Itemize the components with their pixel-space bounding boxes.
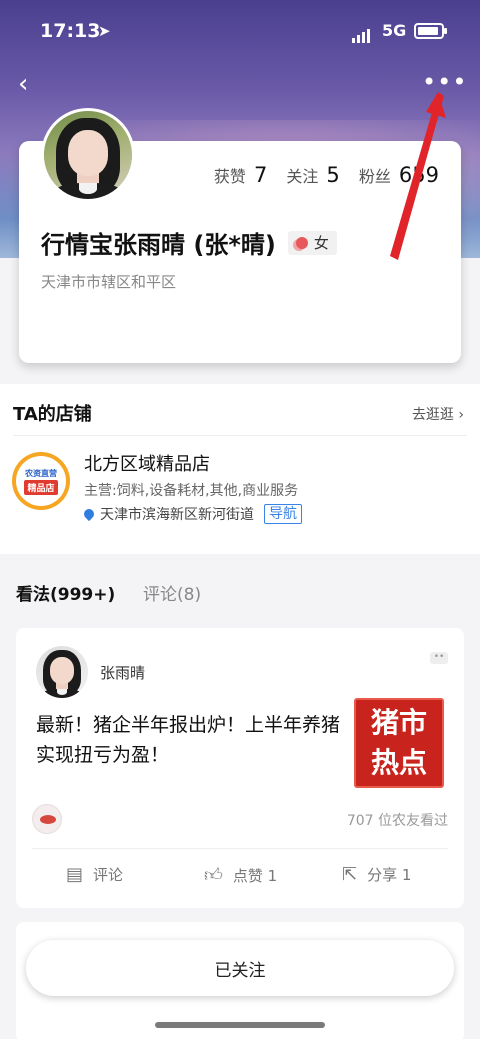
post-thumbnail[interactable]: 猪市 热点 [354,698,444,788]
post-views: 707 位农友看过 [346,813,448,829]
post-more-icon[interactable]: •• [430,652,448,664]
shop-business: 主营:饲料,设备耗材,其他,商业服务 [84,483,299,499]
divider [13,435,467,436]
back-icon[interactable]: ‹ [18,70,42,98]
more-options-icon[interactable]: ••• [422,68,466,96]
profile-district: 天津市市辖区和平区 [41,273,177,291]
navigate-button[interactable]: 导航 [264,504,302,524]
share-label: 分享 1 [367,866,412,884]
like-button[interactable]: 👍︎ 点赞 1 [204,864,277,886]
likes-label: 获赞 [213,167,246,186]
name-row: 行情宝张雨晴 (张*晴) 女 [41,225,337,260]
divider [32,848,448,849]
follow-button[interactable]: 已关注 [26,940,454,996]
profile-name: 行情宝张雨晴 (张*晴) [41,231,276,259]
gender-badge: 女 [287,230,337,255]
shop-address: 天津市滨海新区新河街道 [100,507,254,523]
shop-section-title: TA的店铺 [13,404,92,425]
pig-icon [32,804,62,834]
shop-section: TA的店铺 去逛逛 › 农资直营 精品店 北方区域精品店 主营:饲料,设备耗材,… [0,384,480,554]
gender-label: 女 [313,234,329,252]
network-type: 5G [382,21,407,40]
chevron-right-icon: › [458,407,464,423]
content-tabs: 看法(999+) 评论(8) [0,562,480,618]
post-thumbnail-line1: 猪市 [370,706,427,739]
visit-shop-link[interactable]: 去逛逛 › [412,404,464,424]
shop-logo-line1: 农资直营 [25,468,57,478]
shop-name[interactable]: 北方区域精品店 [84,450,210,476]
share-button[interactable]: ⇱ 分享 1 [342,864,411,885]
profile-stats: 获赞 7 关注 5 粉丝 659 [214,163,439,187]
followers-label[interactable]: 粉丝 [359,167,391,186]
visit-shop-label: 去逛逛 [411,407,454,423]
tab-comments[interactable]: 评论(8) [143,580,201,605]
post-author-name[interactable]: 张雨晴 [100,662,145,683]
status-time: 17:13 [40,20,101,42]
profile-avatar[interactable] [41,108,135,202]
post-author-avatar[interactable] [36,646,88,698]
following-count[interactable]: 5 [326,163,339,187]
home-indicator[interactable] [155,1022,325,1028]
post-card[interactable]: 张雨晴 •• 最新！猪企半年报出炉！上半年养猪实现扭亏为盈！ 猪市 热点 707… [16,628,464,908]
location-pin-icon [81,506,97,522]
female-icon [295,236,308,249]
comment-icon: ▤ [66,864,84,885]
signal-icon [352,24,372,43]
thumbs-up-icon: 👍︎ [204,865,223,886]
shop-logo[interactable]: 农资直营 精品店 [12,452,70,510]
battery-icon [414,23,447,39]
following-label[interactable]: 关注 [286,167,318,186]
share-icon: ⇱ [342,864,358,885]
shop-address-row: 天津市滨海新区新河街道 导航 [81,504,302,524]
comment-button[interactable]: ▤ 评论 [66,864,123,885]
followers-count[interactable]: 659 [399,163,439,187]
post-thumbnail-line2: 热点 [370,746,427,779]
likes-count: 7 [253,163,268,187]
tab-opinions[interactable]: 看法(999+) [16,580,115,605]
like-label: 点赞 1 [232,866,278,885]
shop-logo-line2: 精品店 [24,479,58,495]
post-text[interactable]: 最新！猪企半年报出炉！上半年养猪实现扭亏为盈！ [36,710,354,770]
comment-label: 评论 [93,866,124,884]
location-icon: ➤ [98,22,111,40]
status-bar: 17:13 ➤ 5G [0,18,480,46]
